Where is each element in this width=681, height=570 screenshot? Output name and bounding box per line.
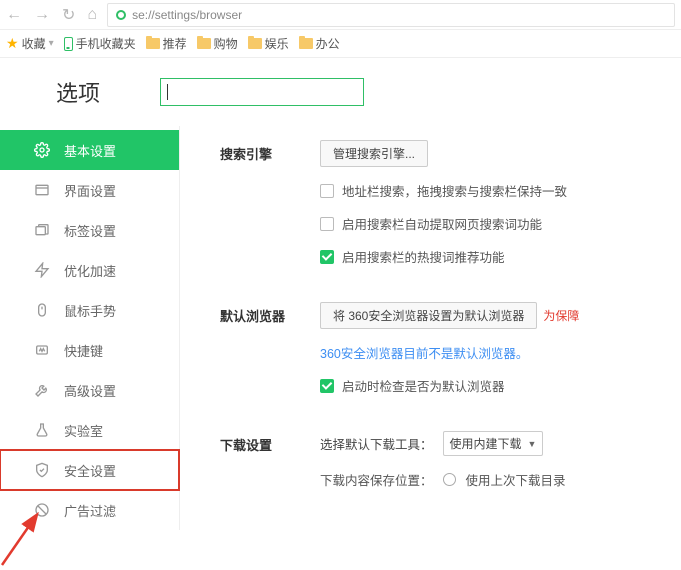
checkbox-label: 启用搜索栏的热搜词推荐功能 xyxy=(342,247,505,266)
sidebar-item-security[interactable]: 安全设置 xyxy=(0,450,179,490)
sidebar-item-advanced[interactable]: 高级设置 xyxy=(0,370,179,410)
checkbox-checked[interactable] xyxy=(320,250,334,264)
section-default-browser: 默认浏览器 将 360安全浏览器设置为默认浏览器 为保障 360安全浏览器目前不… xyxy=(220,302,681,395)
sidebar-item-lab[interactable]: 实验室 xyxy=(0,410,179,450)
folder-icon xyxy=(146,38,160,49)
settings-search-input[interactable] xyxy=(160,78,364,106)
checkbox-row[interactable]: 启用搜索栏的热搜词推荐功能 xyxy=(320,247,681,266)
url-text: se://settings/browser xyxy=(132,8,242,22)
checkbox-label: 启用搜索栏自动提取网页搜索词功能 xyxy=(342,214,542,233)
sidebar-item-label: 界面设置 xyxy=(64,181,116,200)
radio-unchecked[interactable] xyxy=(443,473,456,486)
home-icon[interactable]: ⌂ xyxy=(87,6,97,24)
star-icon: ★ xyxy=(6,35,19,52)
bolt-icon xyxy=(34,262,50,278)
sidebar-item-label: 优化加速 xyxy=(64,261,116,280)
settings-content: 搜索引擎 管理搜索引擎... 地址栏搜索，拖拽搜索与搜索栏保持一致 启用搜索栏自… xyxy=(180,126,681,530)
sidebar-item-label: 实验室 xyxy=(64,421,103,440)
sidebar-item-label: 标签设置 xyxy=(64,221,116,240)
bookmark-bar: ★ 收藏 ▾ 手机收藏夹 推荐 购物 娱乐 办公 xyxy=(0,30,681,58)
annotation-arrow xyxy=(0,510,60,570)
checkbox-label: 地址栏搜索，拖拽搜索与搜索栏保持一致 xyxy=(342,181,567,200)
flask-icon xyxy=(34,422,50,438)
folder-icon xyxy=(197,38,211,49)
settings-sidebar: 基本设置 界面设置 标签设置 优化加速 鼠标手势 xyxy=(0,126,180,530)
manage-search-engines-button[interactable]: 管理搜索引擎... xyxy=(320,140,428,167)
sidebar-item-label: 高级设置 xyxy=(64,381,116,400)
chevron-down-icon: ▾ xyxy=(49,38,54,49)
sidebar-item-label: 鼠标手势 xyxy=(64,301,116,320)
folder-icon xyxy=(299,38,313,49)
sidebar-item-label: 快捷键 xyxy=(64,341,103,360)
download-tool-label: 选择默认下载工具： xyxy=(320,434,433,453)
window-icon xyxy=(34,182,50,198)
bookmark-item[interactable]: 办公 xyxy=(299,35,340,52)
section-title: 下载设置 xyxy=(220,431,320,489)
main-area: 基本设置 界面设置 标签设置 优化加速 鼠标手势 xyxy=(0,126,681,530)
checkbox-row[interactable]: 启动时检查是否为默认浏览器 xyxy=(320,376,681,395)
download-tool-select[interactable]: 使用内建下载 ▼ xyxy=(443,431,544,456)
default-browser-status: 360安全浏览器目前不是默认浏览器。 xyxy=(320,343,528,362)
radio-label: 使用上次下载目录 xyxy=(466,470,566,489)
sidebar-item-mouse[interactable]: 鼠标手势 xyxy=(0,290,179,330)
checkbox-checked[interactable] xyxy=(320,379,334,393)
browser-toolbar: ← → ↻ ⌂ se://settings/browser xyxy=(0,0,681,30)
fav-label: 收藏 xyxy=(22,35,46,52)
sidebar-item-basic[interactable]: 基本设置 xyxy=(0,130,179,170)
bookmark-item[interactable]: 手机收藏夹 xyxy=(64,35,136,52)
checkbox-row[interactable]: 启用搜索栏自动提取网页搜索词功能 xyxy=(320,214,681,233)
chevron-down-icon: ▼ xyxy=(528,439,537,449)
address-bar[interactable]: se://settings/browser xyxy=(107,3,675,27)
section-search-engine: 搜索引擎 管理搜索引擎... 地址栏搜索，拖拽搜索与搜索栏保持一致 启用搜索栏自… xyxy=(220,140,681,266)
section-download: 下载设置 选择默认下载工具： 使用内建下载 ▼ 下载内容保存位置： 使用上次下载… xyxy=(220,431,681,489)
checkbox-unchecked[interactable] xyxy=(320,217,334,231)
sidebar-item-label: 安全设置 xyxy=(64,461,116,480)
page-title: 选项 xyxy=(56,76,100,108)
folder-icon xyxy=(248,38,262,49)
favorites-button[interactable]: ★ 收藏 ▾ xyxy=(6,35,54,52)
text-cursor xyxy=(167,84,168,100)
tabs-icon xyxy=(34,222,50,238)
section-title: 搜索引擎 xyxy=(220,140,320,266)
bookmark-item[interactable]: 购物 xyxy=(197,35,238,52)
nav-buttons: ← → ↻ ⌂ xyxy=(6,5,97,25)
download-location-label: 下载内容保存位置： xyxy=(320,470,433,489)
gear-icon xyxy=(34,142,50,158)
checkbox-label: 启动时检查是否为默认浏览器 xyxy=(342,376,505,395)
wrench-icon xyxy=(34,382,50,398)
phone-icon xyxy=(64,37,73,51)
page-header: 选项 xyxy=(0,58,681,126)
back-icon[interactable]: ← xyxy=(6,6,22,24)
sidebar-item-tabs[interactable]: 标签设置 xyxy=(0,210,179,250)
checkbox-unchecked[interactable] xyxy=(320,184,334,198)
checkbox-row[interactable]: 地址栏搜索，拖拽搜索与搜索栏保持一致 xyxy=(320,181,681,200)
set-default-browser-button[interactable]: 将 360安全浏览器设置为默认浏览器 xyxy=(320,302,537,329)
reload-icon[interactable]: ↻ xyxy=(62,5,75,25)
shield-icon xyxy=(34,462,50,478)
warning-text: 为保障 xyxy=(543,307,579,324)
section-title: 默认浏览器 xyxy=(220,302,320,395)
sidebar-item-ui[interactable]: 界面设置 xyxy=(0,170,179,210)
sidebar-item-speed[interactable]: 优化加速 xyxy=(0,250,179,290)
mouse-icon xyxy=(34,302,50,318)
bookmark-item[interactable]: 推荐 xyxy=(146,35,187,52)
forward-icon[interactable]: → xyxy=(34,6,50,24)
sidebar-item-label: 基本设置 xyxy=(64,141,116,160)
bookmark-item[interactable]: 娱乐 xyxy=(248,35,289,52)
sidebar-item-shortcut[interactable]: 快捷键 xyxy=(0,330,179,370)
secure-icon xyxy=(116,10,126,20)
select-value: 使用内建下载 xyxy=(450,435,522,452)
sidebar-item-label: 广告过滤 xyxy=(64,501,116,520)
key-icon xyxy=(34,342,50,358)
